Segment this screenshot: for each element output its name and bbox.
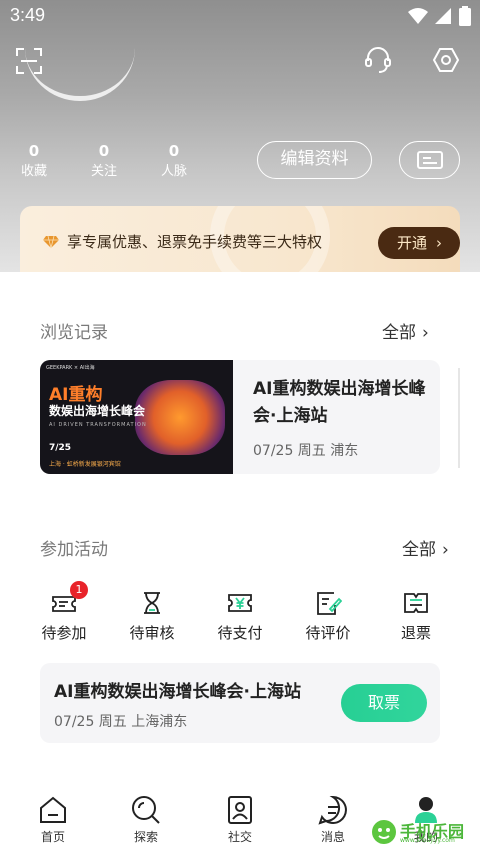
nav-explore[interactable]: 探索 bbox=[116, 794, 176, 845]
business-card-button[interactable] bbox=[399, 141, 460, 179]
wifi-icon bbox=[408, 8, 428, 24]
vip-open-button[interactable]: 开通 › bbox=[378, 227, 460, 259]
stat-following[interactable]: 0 关注 bbox=[74, 142, 134, 182]
nav-label: 社交 bbox=[227, 830, 252, 844]
status-to-attend[interactable]: 1 待参加 bbox=[24, 581, 104, 643]
diamond-icon bbox=[43, 235, 59, 249]
vip-open-label: 开通 bbox=[397, 234, 428, 252]
review-icon bbox=[317, 592, 342, 615]
status-pending-payment[interactable]: 待支付 bbox=[200, 590, 280, 643]
ticket-event-title: AI重构数娱出海增长峰会·上海站 bbox=[54, 682, 301, 702]
hourglass-icon bbox=[144, 592, 160, 614]
signal-icon bbox=[435, 8, 451, 24]
explore-icon bbox=[132, 796, 160, 824]
activities-title: 参加活动 bbox=[40, 540, 108, 560]
social-icon bbox=[228, 796, 252, 824]
poster-subtitle: 数娱出海增长峰会 bbox=[49, 404, 146, 418]
nav-home[interactable]: 首页 bbox=[23, 794, 83, 845]
status-label: 待参加 bbox=[41, 624, 87, 642]
status-to-review[interactable]: 待评价 bbox=[288, 590, 368, 643]
poster-date: 7/25 bbox=[49, 443, 72, 453]
site-watermark: 手机乐园 www.shoujiyy.com bbox=[370, 814, 470, 850]
poster-logos: GEEKPARK × AI出海 bbox=[46, 365, 95, 371]
see-all-label: 全部 bbox=[402, 540, 436, 560]
message-icon bbox=[318, 795, 347, 825]
status-label: 待支付 bbox=[217, 624, 263, 642]
nav-label: 首页 bbox=[40, 830, 65, 844]
nav-label: 消息 bbox=[320, 830, 345, 844]
yen-ticket-icon bbox=[228, 594, 252, 612]
status-label: 待评价 bbox=[305, 624, 351, 642]
upcoming-ticket-card[interactable]: AI重构数娱出海增长峰会·上海站 07/25 周五 上海浦东 取票 bbox=[40, 663, 440, 743]
pickup-ticket-button[interactable]: 取票 bbox=[341, 684, 427, 722]
chevron-right-icon: › bbox=[442, 540, 449, 560]
customer-service-icon[interactable] bbox=[362, 44, 394, 76]
nav-social[interactable]: 社交 bbox=[210, 794, 270, 845]
settings-icon[interactable] bbox=[430, 44, 462, 76]
stat-value: 0 bbox=[28, 142, 40, 160]
status-time: 3:49 bbox=[10, 5, 46, 25]
event-meta: 07/25 周五 浦东 bbox=[253, 443, 359, 459]
id-card-icon bbox=[417, 151, 443, 169]
poster-location: 上海 · 虹桥新发展银河宾馆 bbox=[49, 461, 121, 468]
refund-icon bbox=[404, 593, 428, 613]
watermark-url: www.shoujiyy.com bbox=[400, 837, 455, 844]
scan-icon[interactable] bbox=[14, 46, 44, 76]
see-all-label: 全部 bbox=[382, 323, 416, 343]
browse-history-see-all[interactable]: 全部 › bbox=[382, 318, 429, 343]
activities-see-all[interactable]: 全部 › bbox=[402, 535, 449, 560]
status-bar: 3:49 bbox=[0, 0, 480, 34]
poster-tagline: AI DRIVEN TRANSFORMATION bbox=[49, 422, 147, 428]
status-refund[interactable]: 退票 bbox=[376, 590, 456, 643]
chevron-right-icon: › bbox=[436, 234, 442, 252]
vip-banner[interactable]: 享专属优惠、退票免手续费等三大特权 开通 › bbox=[20, 206, 460, 274]
battery-icon bbox=[459, 6, 471, 26]
vip-banner-text: 享专属优惠、退票免手续费等三大特权 bbox=[67, 233, 323, 251]
status-pending-review[interactable]: 待审核 bbox=[112, 590, 192, 643]
stat-favorites[interactable]: 0 收藏 bbox=[4, 142, 64, 182]
carousel-next-edge bbox=[458, 368, 460, 468]
home-icon bbox=[40, 796, 66, 823]
stat-value: 0 bbox=[98, 142, 110, 160]
poster-glow bbox=[135, 380, 225, 455]
browse-history-title: 浏览记录 bbox=[40, 323, 108, 343]
notification-badge: 1 bbox=[70, 581, 88, 599]
status-label: 退票 bbox=[400, 624, 431, 642]
stat-connections[interactable]: 0 人脉 bbox=[144, 142, 204, 182]
stat-label: 关注 bbox=[90, 164, 117, 179]
main-content: 浏览记录 全部 › GEEKPARK × AI出海 AI重构 数娱出海增长峰会 A… bbox=[0, 272, 480, 784]
browse-history-item[interactable]: GEEKPARK × AI出海 AI重构 数娱出海增长峰会 AI DRIVEN … bbox=[40, 360, 440, 474]
chevron-right-icon: › bbox=[422, 323, 429, 343]
status-label: 待审核 bbox=[129, 624, 175, 642]
event-poster: GEEKPARK × AI出海 AI重构 数娱出海增长峰会 AI DRIVEN … bbox=[40, 360, 233, 474]
nav-label: 探索 bbox=[133, 830, 158, 844]
ticket-event-meta: 07/25 周五 上海浦东 bbox=[54, 714, 188, 730]
nav-messages[interactable]: 消息 bbox=[303, 794, 363, 845]
stat-label: 人脉 bbox=[160, 164, 187, 179]
stat-value: 0 bbox=[168, 142, 180, 160]
event-title: AI重构数娱出海增长峰会·上海站 bbox=[253, 379, 426, 426]
stat-label: 收藏 bbox=[20, 164, 47, 179]
edit-profile-button[interactable]: 编辑资料 bbox=[257, 141, 372, 179]
watermark-logo-icon bbox=[372, 820, 396, 844]
